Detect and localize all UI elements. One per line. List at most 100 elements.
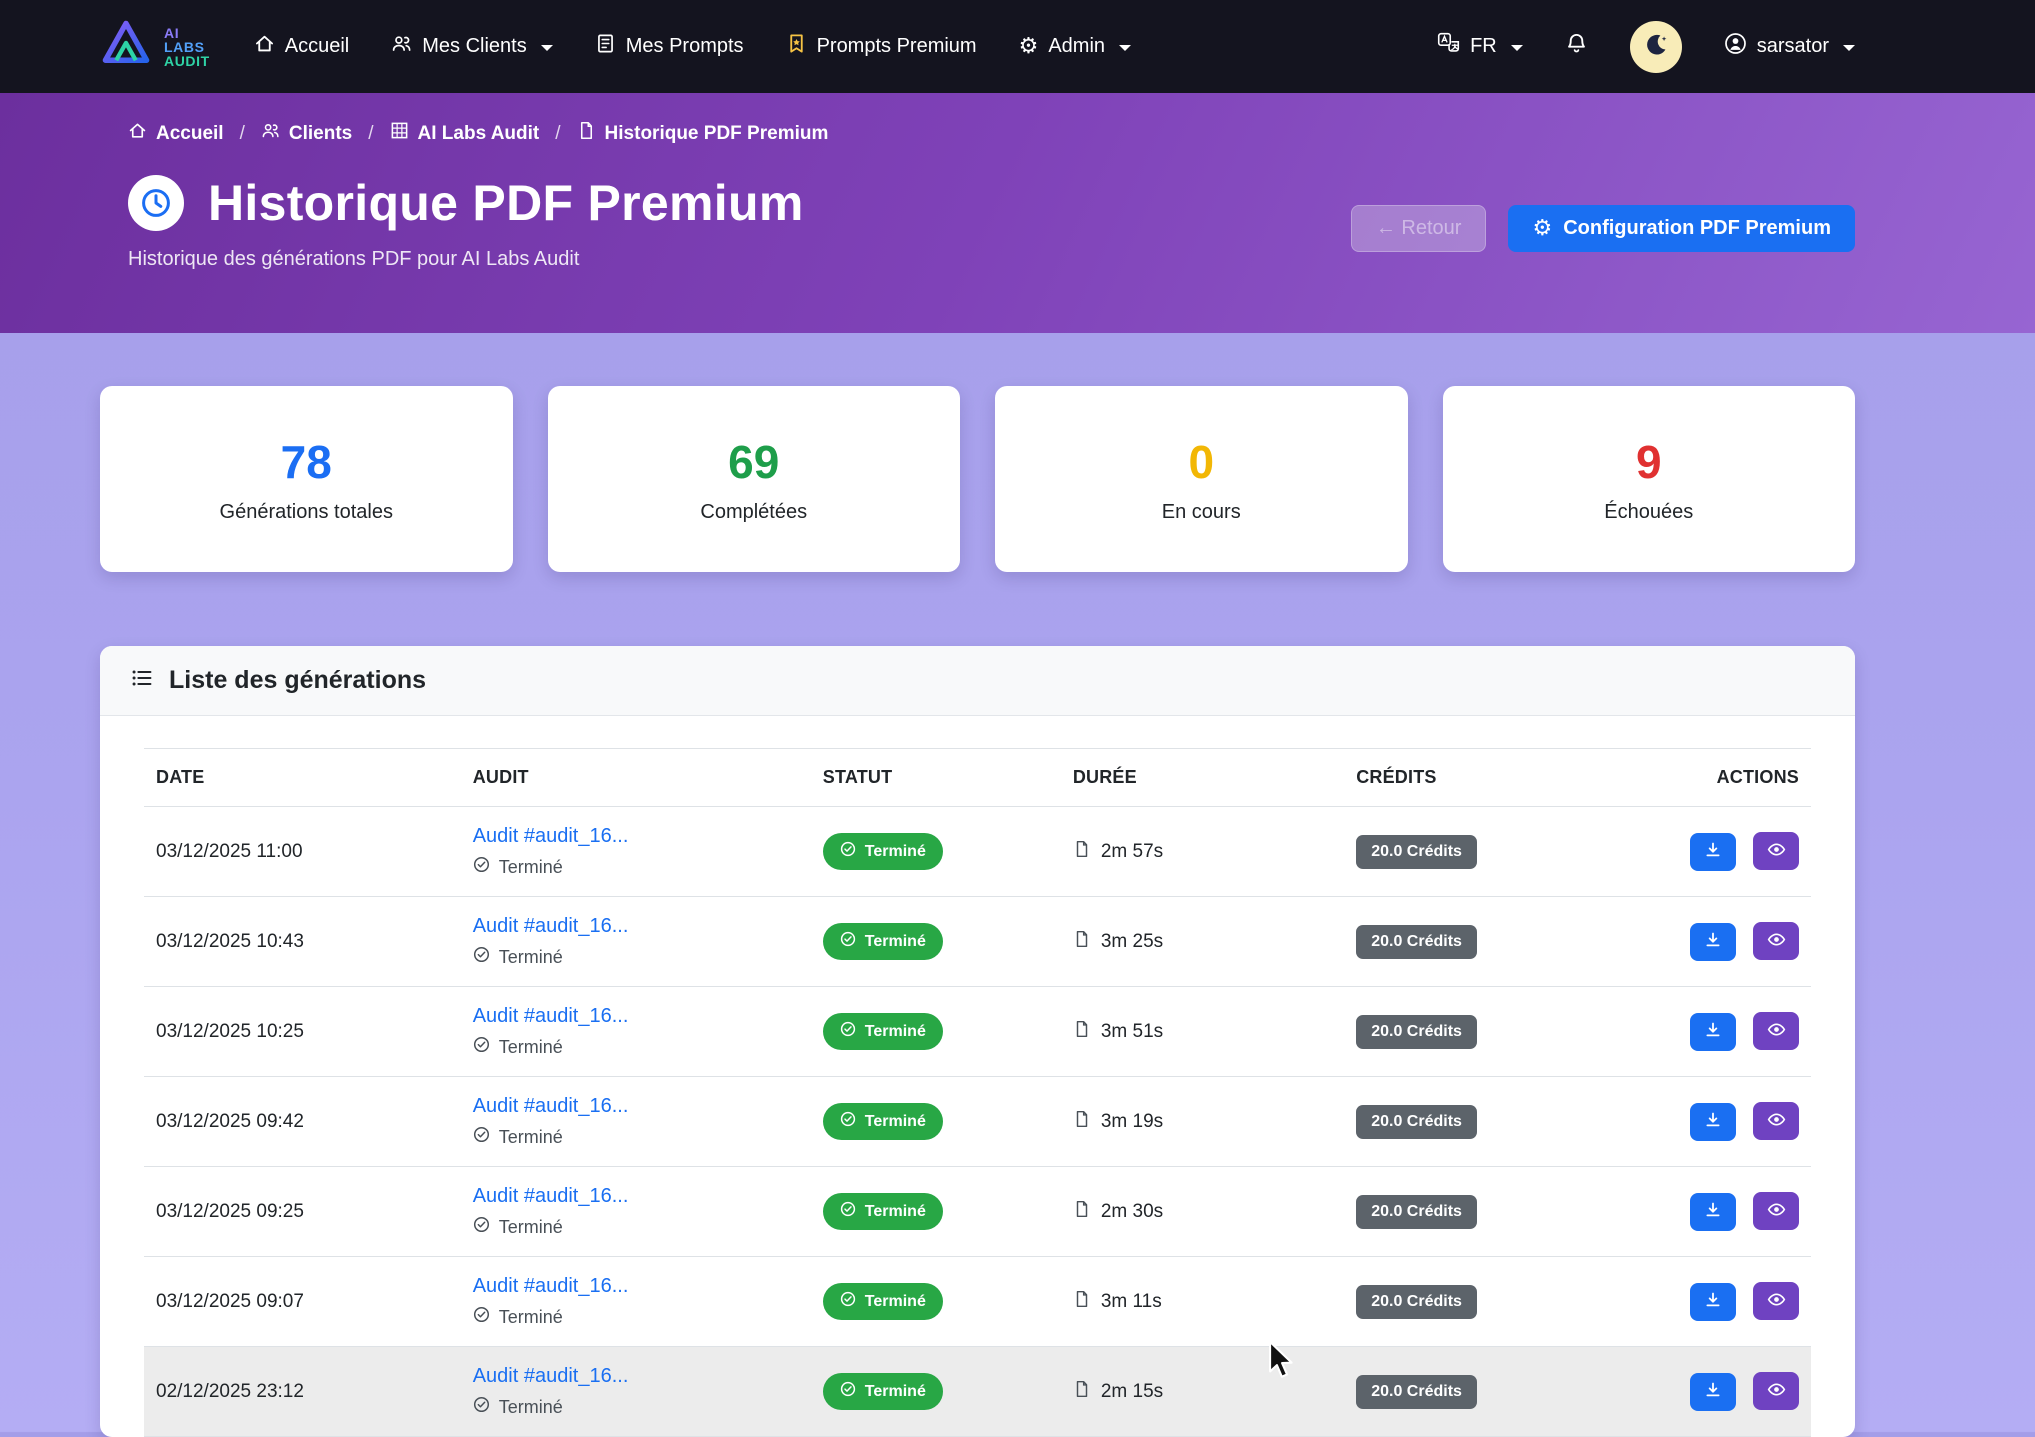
chevron-down-icon	[1843, 45, 1855, 51]
pdf-file-icon	[1073, 840, 1091, 864]
eye-icon	[1767, 930, 1786, 952]
audit-link[interactable]: Audit #audit_16...	[473, 915, 629, 938]
nav-mes-clients[interactable]: Mes Clients	[391, 33, 552, 60]
audit-link[interactable]: Audit #audit_16...	[473, 1185, 629, 1208]
eye-icon	[1767, 1020, 1786, 1042]
grid-icon	[390, 121, 409, 146]
download-button[interactable]	[1690, 1013, 1736, 1051]
audit-link[interactable]: Audit #audit_16...	[473, 1365, 629, 1388]
check-circle-icon	[473, 856, 490, 878]
moon-icon	[1642, 31, 1670, 62]
pdf-file-icon	[1073, 1380, 1091, 1404]
document-icon	[595, 33, 616, 60]
audit-link[interactable]: Audit #audit_16...	[473, 1005, 629, 1028]
view-button[interactable]	[1753, 922, 1799, 960]
config-pdf-button[interactable]: ⚙ Configuration PDF Premium	[1508, 205, 1855, 252]
download-icon	[1704, 1111, 1722, 1132]
pdf-file-icon	[577, 121, 596, 146]
user-menu[interactable]: sarsator	[1724, 32, 1855, 61]
download-button[interactable]	[1690, 833, 1736, 871]
stats-row: 78 Générations totales 69 Complétées 0 E…	[100, 386, 1855, 572]
nav-prompts-premium[interactable]: Prompts Premium	[786, 33, 977, 60]
nav-accueil[interactable]: Accueil	[254, 33, 349, 60]
table-row: 02/12/2025 23:12 Audit #audit_16... Term…	[144, 1347, 1811, 1437]
eye-icon	[1767, 1110, 1786, 1132]
brand-logo[interactable]: AI LABS AUDIT	[100, 18, 210, 75]
breadcrumb-separator: /	[368, 123, 373, 145]
audit-link[interactable]: Audit #audit_16...	[473, 1095, 629, 1118]
download-button[interactable]	[1690, 923, 1736, 961]
stat-value: 78	[281, 435, 332, 489]
breadcrumb-separator: /	[240, 123, 245, 145]
nav-label: Admin	[1048, 35, 1105, 58]
breadcrumb-accueil[interactable]: Accueil	[128, 121, 224, 146]
language-selector[interactable]: FR	[1437, 32, 1523, 61]
back-button[interactable]: ← Retour	[1351, 205, 1487, 252]
generation-duration: 2m 15s	[1073, 1380, 1163, 1404]
main-content: 78 Générations totales 69 Complétées 0 E…	[100, 386, 1855, 1437]
credits-badge: 20.0 Crédits	[1356, 1195, 1477, 1229]
download-button[interactable]	[1690, 1283, 1736, 1321]
notifications-bell[interactable]	[1565, 32, 1588, 61]
check-circle-icon	[473, 1216, 490, 1238]
stat-card: 9 Échouées	[1443, 386, 1856, 572]
breadcrumb: Accueil / Clients / AI Labs Audit /	[128, 121, 1855, 146]
dark-mode-toggle[interactable]	[1630, 21, 1682, 73]
download-button[interactable]	[1690, 1373, 1736, 1411]
view-button[interactable]	[1753, 1372, 1799, 1410]
column-header-date: DATE	[144, 749, 461, 807]
status-badge: Terminé	[823, 1373, 943, 1410]
download-icon	[1704, 1381, 1722, 1402]
breadcrumb-ai-labs-audit[interactable]: AI Labs Audit	[390, 121, 540, 146]
generations-card: Liste des générations DATE AUDIT STATUT …	[100, 646, 1855, 1437]
triangle-logo-icon	[100, 18, 152, 75]
credits-badge: 20.0 Crédits	[1356, 1105, 1477, 1139]
navbar-right: FR sarsator	[1437, 21, 1855, 73]
list-icon	[130, 666, 154, 695]
check-circle-icon	[473, 1396, 490, 1418]
table-row: 03/12/2025 09:07 Audit #audit_16... Term…	[144, 1257, 1811, 1347]
download-button[interactable]	[1690, 1103, 1736, 1141]
breadcrumb-separator: /	[555, 123, 560, 145]
audit-link[interactable]: Audit #audit_16...	[473, 825, 629, 848]
status-badge: Terminé	[823, 1283, 943, 1320]
audit-link[interactable]: Audit #audit_16...	[473, 1275, 629, 1298]
chevron-down-icon	[1511, 45, 1523, 51]
table-row: 03/12/2025 11:00 Audit #audit_16... Term…	[144, 807, 1811, 897]
view-button[interactable]	[1753, 1012, 1799, 1050]
credits-badge: 20.0 Crédits	[1356, 835, 1477, 869]
nav-mes-prompts[interactable]: Mes Prompts	[595, 33, 744, 60]
breadcrumb-clients[interactable]: Clients	[261, 121, 352, 146]
username-label: sarsator	[1757, 35, 1829, 58]
page-header: Accueil / Clients / AI Labs Audit /	[0, 93, 2035, 333]
download-icon	[1704, 1021, 1722, 1042]
stat-label: Générations totales	[220, 501, 393, 524]
view-button[interactable]	[1753, 1192, 1799, 1230]
view-button[interactable]	[1753, 1282, 1799, 1320]
status-badge: Terminé	[823, 833, 943, 870]
users-icon	[261, 121, 280, 146]
view-button[interactable]	[1753, 1102, 1799, 1140]
breadcrumb-historique-pdf[interactable]: Historique PDF Premium	[577, 121, 829, 146]
stat-value: 9	[1636, 435, 1662, 489]
nav-label: Accueil	[285, 35, 349, 58]
pdf-file-icon	[1073, 1020, 1091, 1044]
status-badge: Terminé	[823, 1013, 943, 1050]
nav-admin[interactable]: ⚙ Admin	[1019, 33, 1131, 60]
eye-icon	[1767, 1200, 1786, 1222]
stat-value: 0	[1188, 435, 1214, 489]
generation-date: 03/12/2025 09:42	[156, 1111, 304, 1132]
audit-status-line: Terminé	[473, 1216, 799, 1238]
view-button[interactable]	[1753, 832, 1799, 870]
users-icon	[391, 33, 412, 60]
column-header-duree: DURÉE	[1061, 749, 1344, 807]
credits-badge: 20.0 Crédits	[1356, 1285, 1477, 1319]
check-circle-icon	[473, 1126, 490, 1148]
generation-duration: 3m 19s	[1073, 1110, 1163, 1134]
check-circle-icon	[840, 1021, 856, 1042]
audit-status-line: Terminé	[473, 1396, 799, 1418]
generation-duration: 2m 57s	[1073, 840, 1163, 864]
credits-badge: 20.0 Crédits	[1356, 925, 1477, 959]
check-circle-icon	[840, 1201, 856, 1222]
download-button[interactable]	[1690, 1193, 1736, 1231]
